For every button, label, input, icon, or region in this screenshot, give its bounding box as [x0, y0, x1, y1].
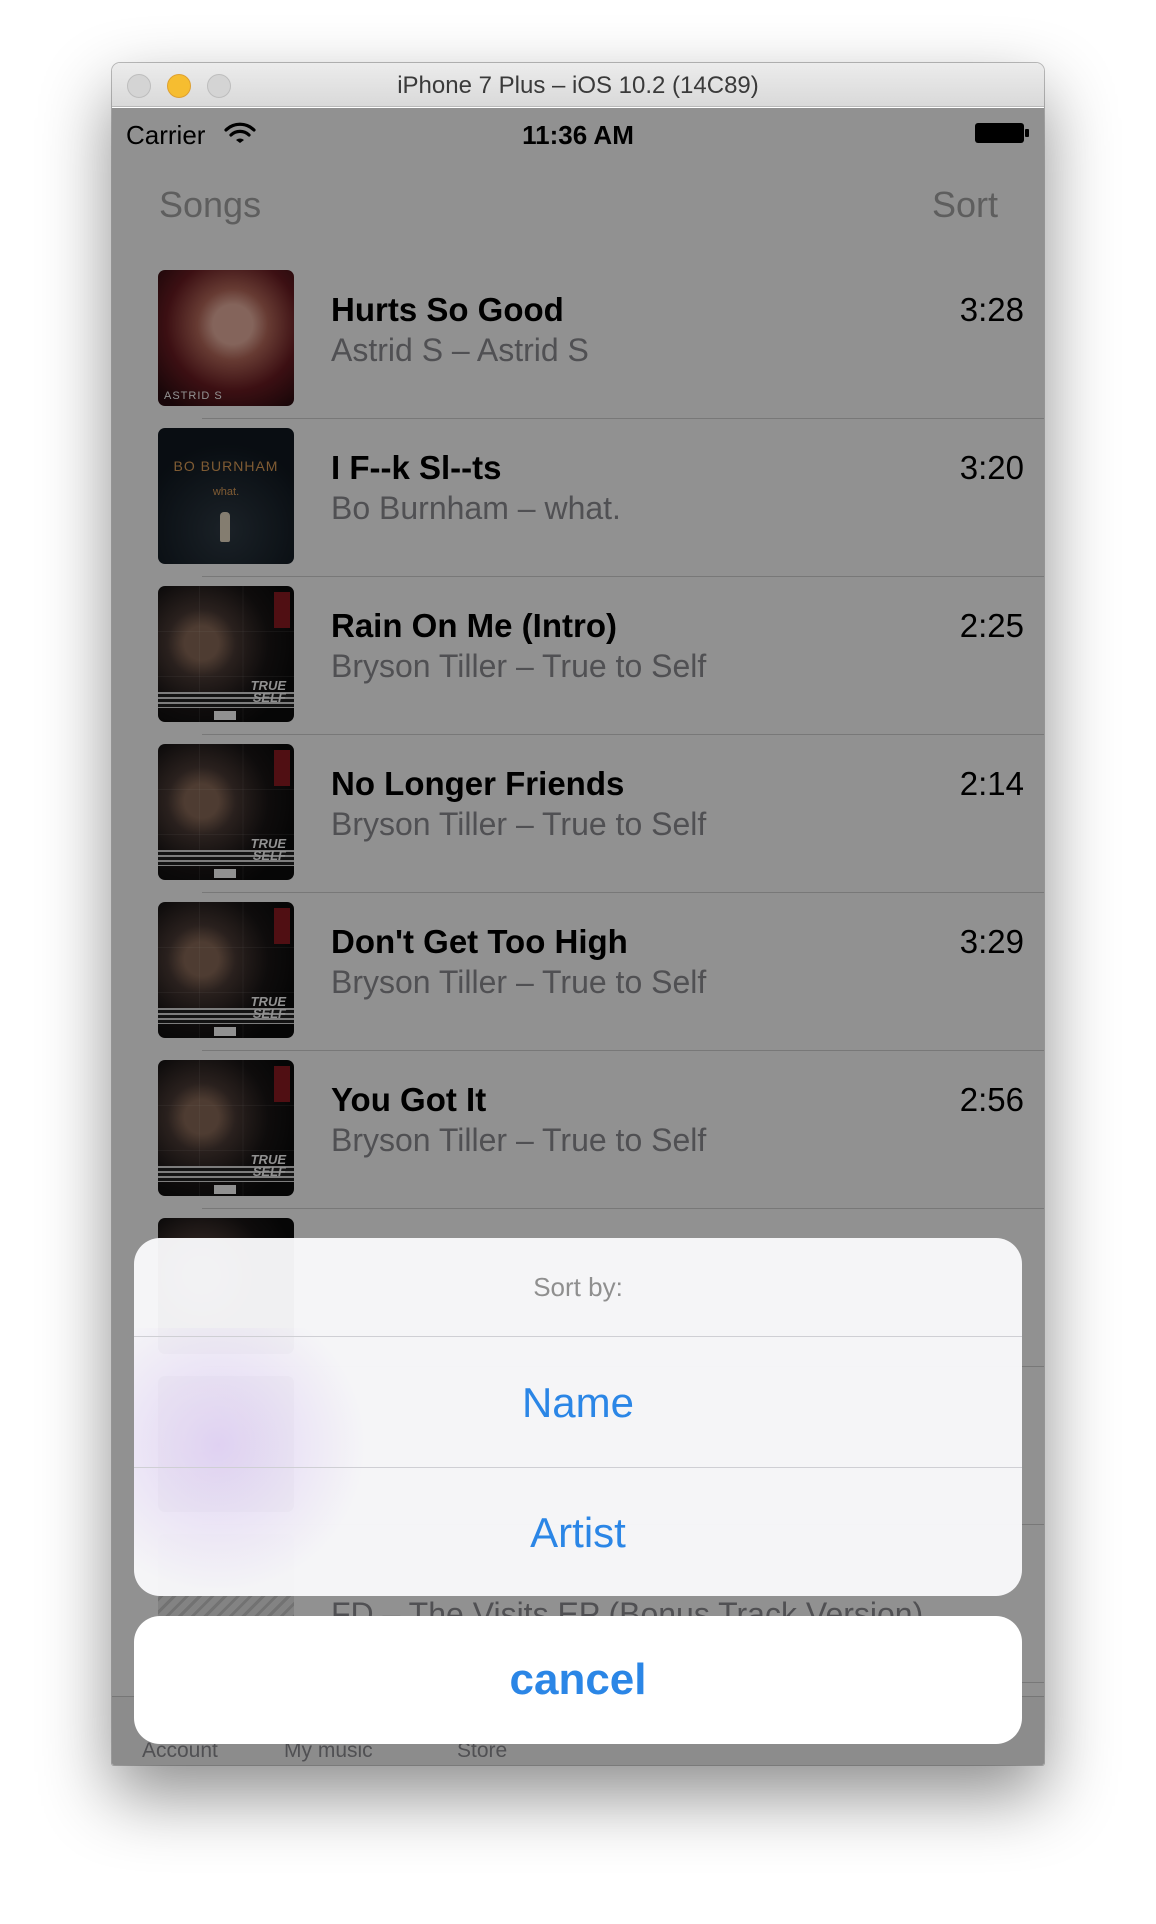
action-sheet-title: Sort by: — [134, 1238, 1022, 1337]
window-title: iPhone 7 Plus – iOS 10.2 (14C89) — [397, 72, 759, 99]
cancel-button[interactable]: cancel — [134, 1616, 1022, 1744]
device-screen: Carrier 11:36 AM Songs Sort ASTRID S Hur… — [112, 108, 1044, 1765]
sort-by-artist-button[interactable]: Artist — [134, 1468, 1022, 1596]
sort-action-sheet: Sort by: Name Artist — [134, 1238, 1022, 1596]
simulator-window: iPhone 7 Plus – iOS 10.2 (14C89) Carrier… — [112, 63, 1044, 1765]
window-titlebar: iPhone 7 Plus – iOS 10.2 (14C89) — [112, 63, 1044, 107]
sort-by-name-button[interactable]: Name — [134, 1338, 1022, 1468]
